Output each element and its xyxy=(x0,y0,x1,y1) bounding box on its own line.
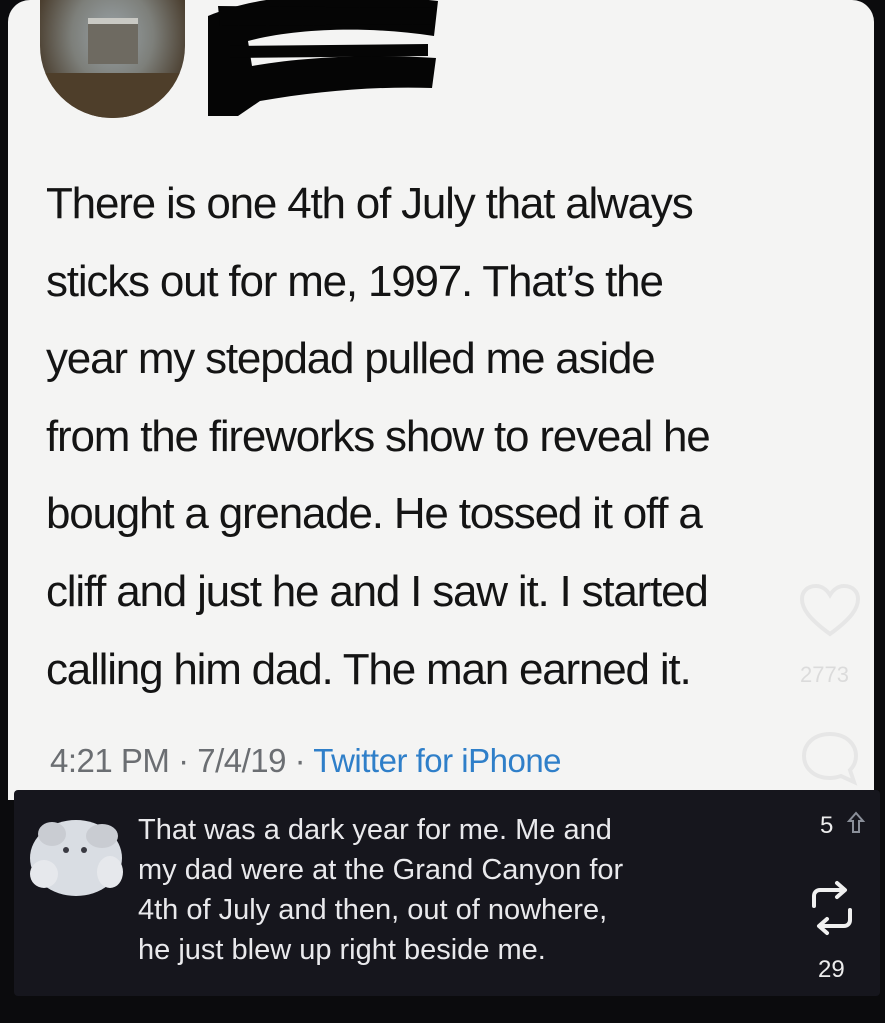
tweet-date: 7/4/19 xyxy=(197,742,286,779)
repost-icon[interactable] xyxy=(804,878,860,938)
reply-text-line: 4th of July and then, out of nowhere, xyxy=(138,894,608,926)
tweet-text-line: year my stepdad pulled me aside xyxy=(46,334,656,384)
tweet-card: There is one 4th of July that always sti… xyxy=(8,0,874,800)
tweet-meta: 4:21 PM · 7/4/19 · Twitter for iPhone xyxy=(50,742,562,780)
heart-icon[interactable] xyxy=(798,582,862,638)
tweet-text-line: bought a grenade. He tossed it off a xyxy=(46,489,703,539)
reply-text: That was a dark year for me. Me and my d… xyxy=(138,810,778,970)
tweet-source-link[interactable]: Twitter for iPhone xyxy=(313,742,561,779)
tweet-time: 4:21 PM xyxy=(50,742,170,779)
tweet-text-line: There is one 4th of July that always xyxy=(46,179,694,228)
reply-text-line: he just blew up right beside me. xyxy=(138,934,546,966)
tweet-text-line: from the fireworks show to reveal he xyxy=(46,411,711,461)
avatar-ground xyxy=(40,73,185,118)
tweet-text-line: sticks out for me, 1997. That’s the xyxy=(46,256,664,306)
reply-text-line: my dad were at the Grand Canyon for xyxy=(138,854,624,886)
reply-comment: That was a dark year for me. Me and my d… xyxy=(14,790,880,996)
reply-avatar[interactable] xyxy=(20,812,132,902)
upvote-count: 5 xyxy=(820,812,834,839)
tweet-text-line: cliff and just he and I saw it. I starte… xyxy=(46,566,709,616)
repost-count: 29 xyxy=(818,956,845,983)
meta-separator: · xyxy=(178,742,189,779)
comment-bubble-icon[interactable] xyxy=(798,728,862,788)
reply-text-line: That was a dark year for me. Me and xyxy=(138,814,612,846)
screenshot: There is one 4th of July that always sti… xyxy=(0,0,885,1023)
avatar-building xyxy=(88,18,138,64)
tweet-text: There is one 4th of July that always sti… xyxy=(46,165,858,708)
tweet-text-line: calling him dad. The man earned it. xyxy=(46,644,692,694)
meta-separator: · xyxy=(294,742,306,779)
avatar[interactable] xyxy=(40,0,185,118)
redaction-scribble xyxy=(208,0,438,116)
like-count: 2773 xyxy=(800,662,849,687)
upvote-arrow-icon[interactable] xyxy=(846,810,866,836)
